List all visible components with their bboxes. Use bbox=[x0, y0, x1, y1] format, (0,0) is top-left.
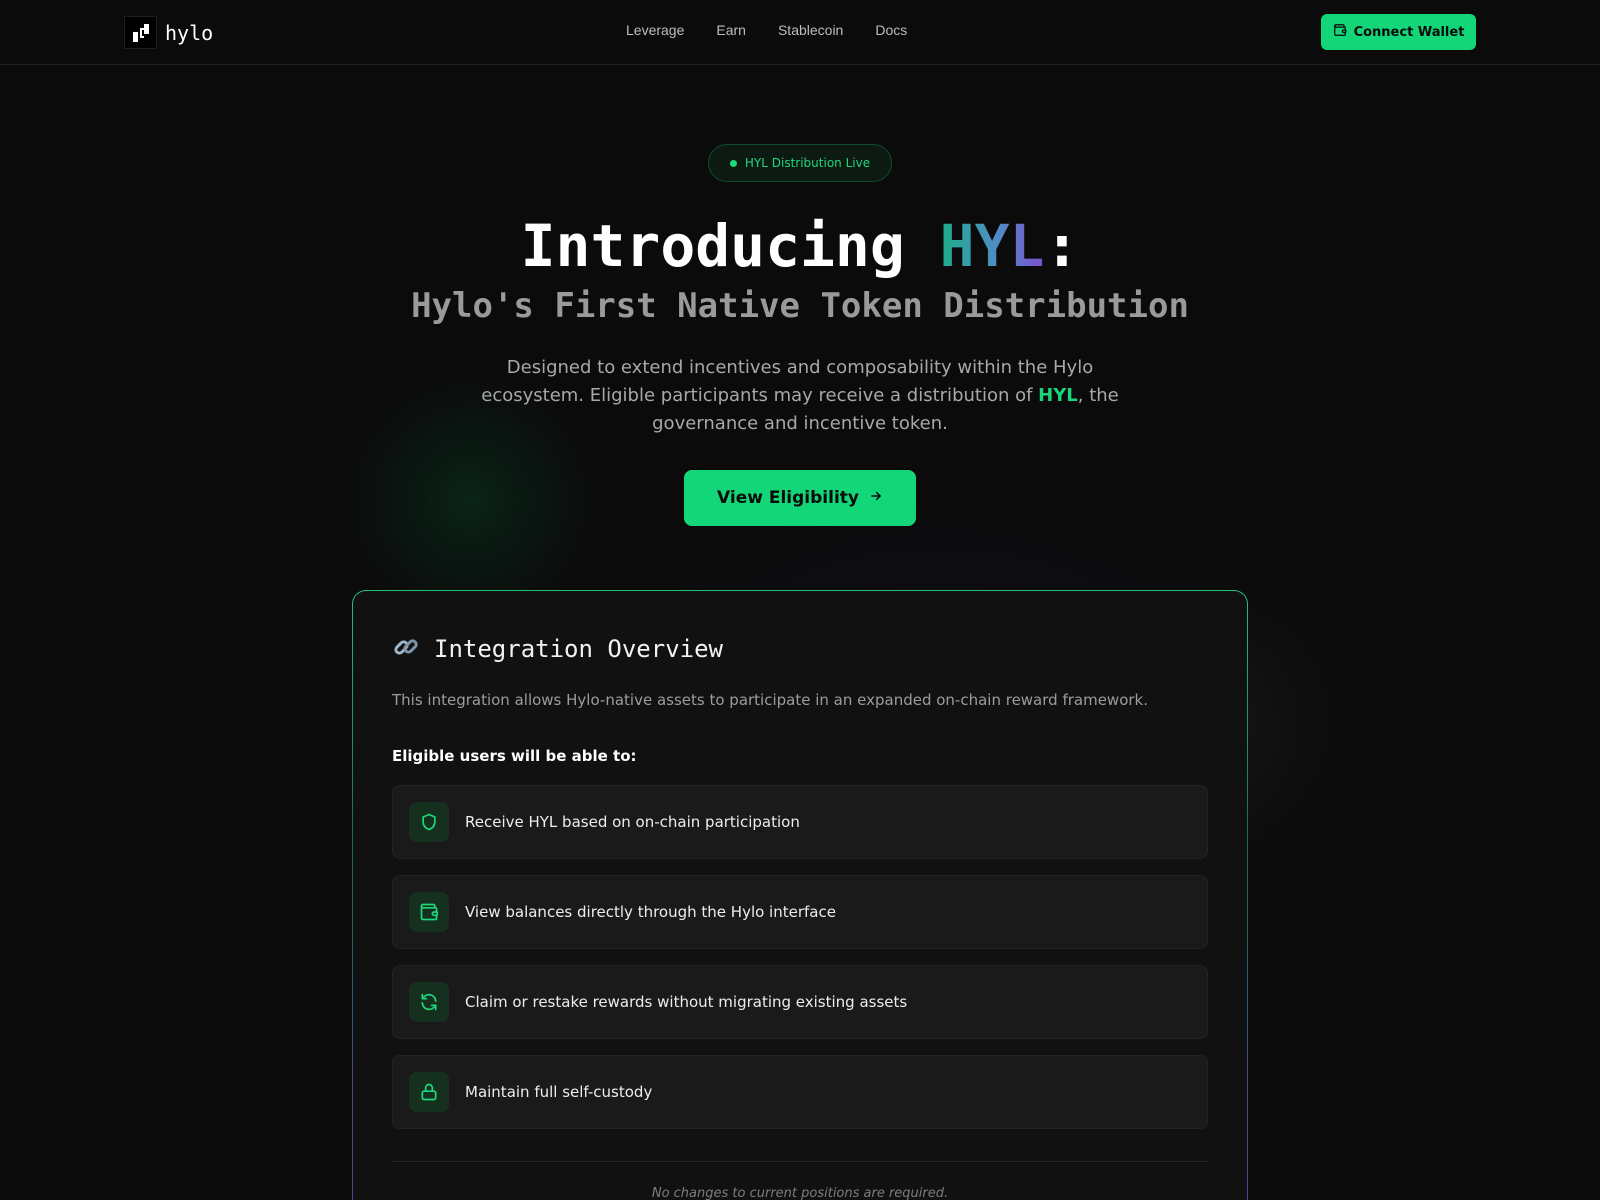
top-header: hylo Leverage Earn Stablecoin Docs Conne… bbox=[0, 0, 1600, 65]
logo-text: hylo bbox=[165, 20, 214, 45]
feature-text: Claim or restake rewards without migrati… bbox=[465, 993, 908, 1011]
arrow-right-icon bbox=[869, 488, 883, 508]
link-icon bbox=[392, 633, 420, 665]
view-eligibility-label: View Eligibility bbox=[717, 488, 859, 508]
nav-leverage[interactable]: Leverage bbox=[626, 22, 684, 38]
page-subtitle: Hylo's First Native Token Distribution bbox=[411, 286, 1189, 326]
card-title: Integration Overview bbox=[392, 633, 723, 665]
connect-wallet-button[interactable]: Connect Wallet bbox=[1321, 14, 1476, 50]
title-highlight: HYL bbox=[939, 212, 1045, 280]
logo[interactable]: hylo bbox=[124, 16, 213, 49]
card-divider bbox=[392, 1161, 1208, 1162]
wallet-icon bbox=[1333, 23, 1347, 41]
shield-icon bbox=[409, 802, 449, 842]
refresh-icon bbox=[409, 982, 449, 1022]
feature-text: View balances directly through the Hylo … bbox=[465, 903, 836, 921]
integration-overview-card: Integration Overview This integration al… bbox=[352, 590, 1248, 1200]
title-suffix: : bbox=[1044, 212, 1080, 280]
card-body: Integration Overview This integration al… bbox=[353, 591, 1247, 1200]
hylo-logo-icon bbox=[124, 16, 157, 49]
nav-docs[interactable]: Docs bbox=[875, 22, 907, 38]
feature-text: Receive HYL based on on-chain participat… bbox=[465, 813, 800, 831]
badge-label: HYL Distribution Live bbox=[744, 156, 871, 170]
nav-earn[interactable]: Earn bbox=[716, 22, 746, 38]
live-dot-icon bbox=[729, 159, 737, 167]
feature-item: Claim or restake rewards without migrati… bbox=[392, 965, 1208, 1039]
feature-item: Maintain full self-custody bbox=[392, 1055, 1208, 1129]
view-eligibility-button[interactable]: View Eligibility bbox=[684, 470, 916, 526]
main-nav: Leverage Earn Stablecoin Docs bbox=[626, 22, 907, 38]
card-description: This integration allows Hylo-native asse… bbox=[392, 691, 1148, 709]
eligible-users-label: Eligible users will be able to: bbox=[392, 747, 637, 765]
feature-item: View balances directly through the Hylo … bbox=[392, 875, 1208, 949]
card-title-text: Integration Overview bbox=[434, 635, 723, 663]
title-prefix: Introducing bbox=[520, 212, 940, 280]
desc-highlight: HYL bbox=[1038, 385, 1078, 406]
hero-description: Designed to extend incentives and compos… bbox=[470, 354, 1130, 438]
card-footer-note: No changes to current positions are requ… bbox=[651, 1186, 949, 1200]
desc-part-1: Designed to extend incentives and compos… bbox=[481, 357, 1094, 406]
distribution-live-badge: HYL Distribution Live bbox=[708, 144, 892, 182]
feature-text: Maintain full self-custody bbox=[465, 1083, 653, 1101]
nav-stablecoin[interactable]: Stablecoin bbox=[778, 22, 843, 38]
lock-icon bbox=[409, 1072, 449, 1112]
page-title: Introducing HYL: bbox=[0, 212, 1600, 280]
connect-wallet-label: Connect Wallet bbox=[1353, 24, 1465, 40]
feature-item: Receive HYL based on on-chain participat… bbox=[392, 785, 1208, 859]
wallet-icon bbox=[409, 892, 449, 932]
